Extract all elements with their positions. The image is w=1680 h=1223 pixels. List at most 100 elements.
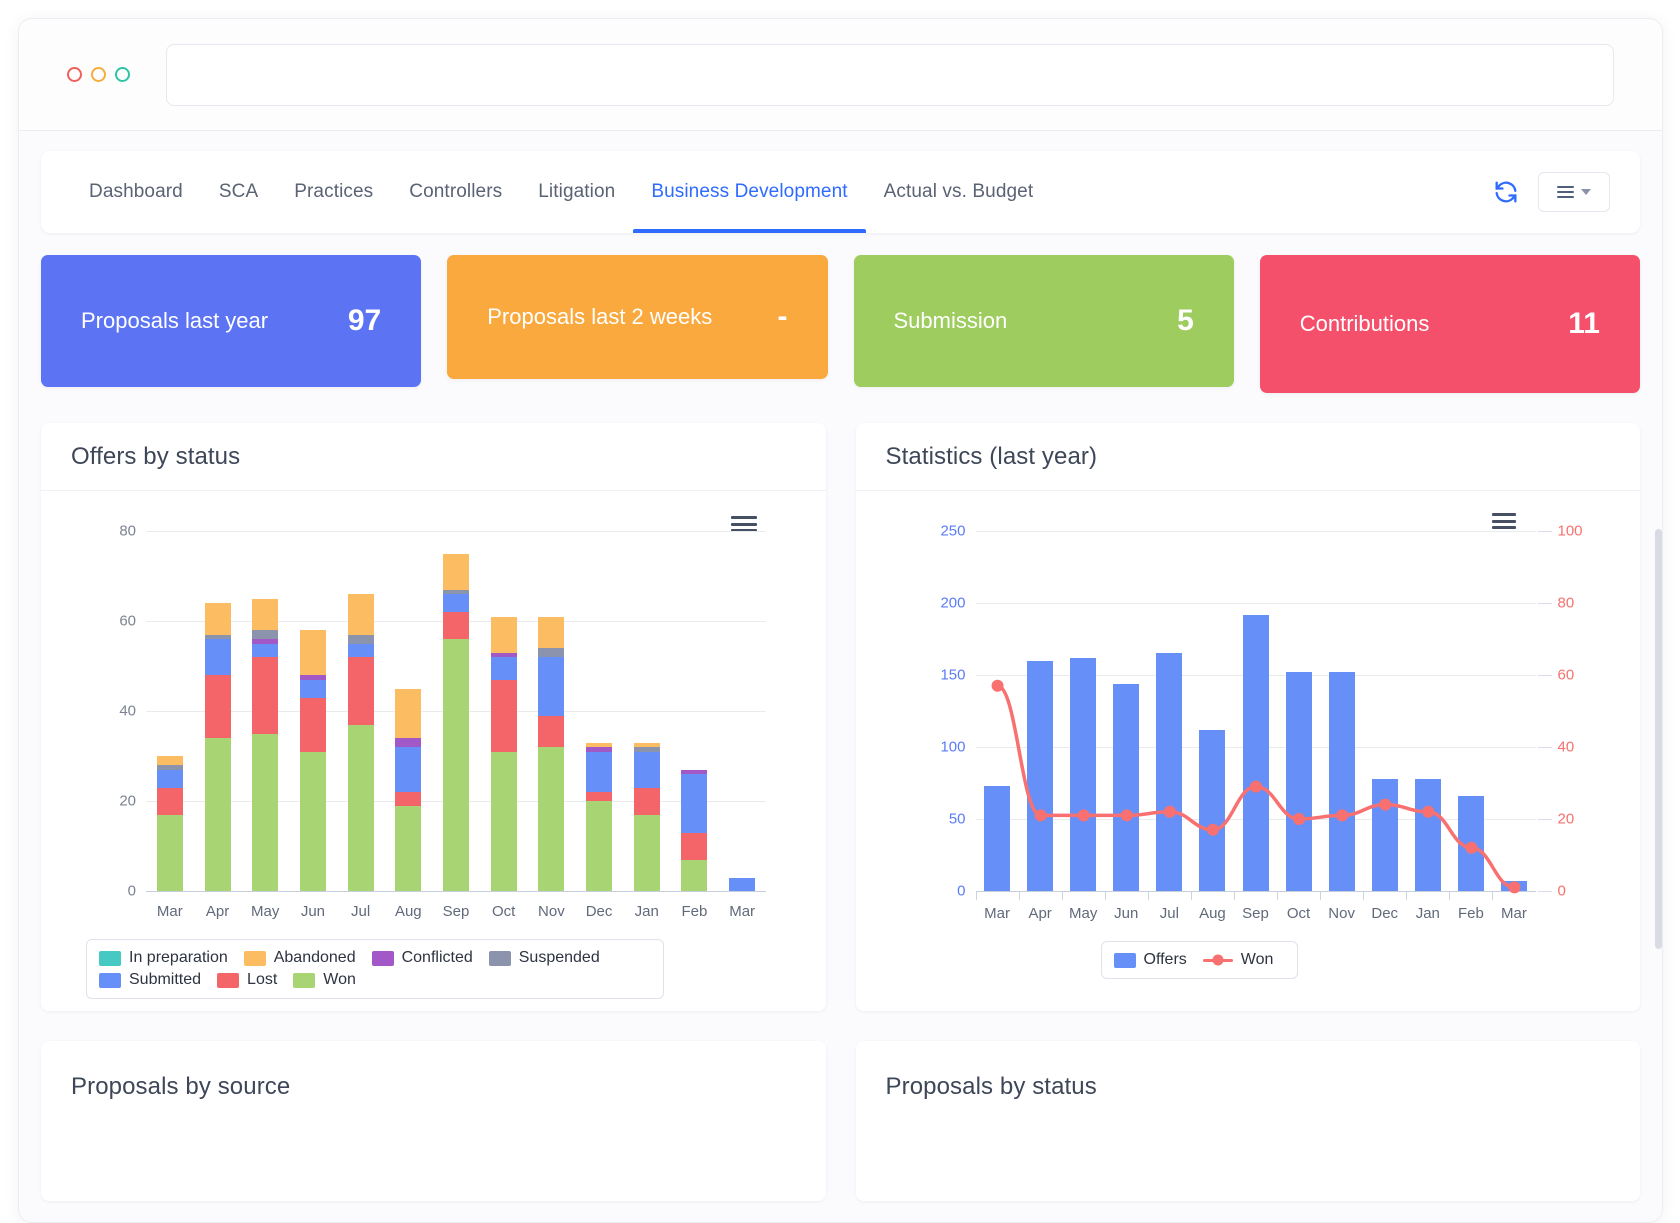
bar[interactable]	[1328, 672, 1355, 891]
bar-segment[interactable]	[252, 733, 279, 891]
tab-sca[interactable]: SCA	[201, 151, 276, 233]
bar-stack[interactable]	[490, 491, 517, 891]
bar-segment[interactable]	[633, 814, 660, 891]
bar-segment[interactable]	[347, 643, 374, 657]
maximize-icon[interactable]	[115, 67, 130, 82]
minimize-icon[interactable]	[91, 67, 106, 82]
bar-segment[interactable]	[156, 787, 183, 815]
bar-stack[interactable]	[633, 491, 660, 891]
bar-stack[interactable]	[443, 491, 469, 891]
bar-segment[interactable]	[252, 657, 279, 734]
bar-segment[interactable]	[252, 598, 279, 630]
bar-stack[interactable]	[156, 491, 183, 891]
bar-segment[interactable]	[252, 639, 279, 644]
bar[interactable]	[1027, 660, 1054, 891]
bar-segment[interactable]	[633, 751, 660, 788]
bar-stack[interactable]	[395, 491, 422, 891]
bar-segment[interactable]	[156, 756, 183, 765]
bar-segment[interactable]	[681, 832, 708, 860]
kpi-card-proposals-last-2-weeks[interactable]: Proposals last 2 weeks -	[447, 255, 828, 379]
bar-segment[interactable]	[299, 630, 326, 675]
bar-stack[interactable]	[299, 491, 326, 891]
bar-segment[interactable]	[586, 742, 613, 747]
tab-litigation[interactable]: Litigation	[520, 151, 633, 233]
bar-stack[interactable]	[681, 491, 708, 891]
bar[interactable]	[1070, 657, 1097, 891]
bar-segment[interactable]	[347, 594, 374, 635]
kpi-card-submission[interactable]: Submission 5	[853, 255, 1234, 387]
bar-segment[interactable]	[299, 751, 326, 891]
address-bar[interactable]	[166, 43, 1614, 106]
bar-segment[interactable]	[586, 792, 613, 801]
bar-segment[interactable]	[538, 715, 565, 747]
bar-segment[interactable]	[586, 747, 613, 752]
tab-practices[interactable]: Practices	[276, 151, 391, 233]
bar-segment[interactable]	[395, 747, 422, 792]
bar-segment[interactable]	[347, 657, 374, 725]
bar-segment[interactable]	[538, 648, 565, 657]
legend-item[interactable]: Won	[293, 971, 356, 989]
view-menu-button[interactable]	[1538, 172, 1610, 212]
bar-segment[interactable]	[252, 630, 279, 639]
bar-segment[interactable]	[490, 751, 517, 891]
bar[interactable]	[1199, 729, 1226, 891]
legend-item[interactable]: Won	[1202, 951, 1273, 969]
bar[interactable]	[1371, 778, 1398, 891]
bar-segment[interactable]	[681, 774, 708, 833]
bar-segment[interactable]	[299, 675, 326, 680]
bar-segment[interactable]	[204, 738, 231, 891]
kpi-card-contributions[interactable]: Contributions 11	[1259, 255, 1640, 393]
bar-segment[interactable]	[204, 603, 231, 635]
tab-business-development[interactable]: Business Development	[633, 151, 866, 233]
bar-segment[interactable]	[538, 747, 565, 891]
bar-stack[interactable]	[347, 491, 374, 891]
bar-segment[interactable]	[490, 652, 517, 657]
bar[interactable]	[1113, 683, 1140, 891]
bar-segment[interactable]	[681, 769, 708, 774]
bar-segment[interactable]	[443, 639, 469, 891]
bar-segment[interactable]	[729, 877, 756, 891]
bar-segment[interactable]	[299, 679, 326, 698]
bar-segment[interactable]	[395, 805, 422, 891]
bar-stack[interactable]	[586, 491, 613, 891]
refresh-icon[interactable]	[1492, 178, 1520, 206]
bar-segment[interactable]	[490, 616, 517, 653]
bar-segment[interactable]	[633, 787, 660, 815]
bar-stack[interactable]	[729, 491, 756, 891]
close-icon[interactable]	[67, 67, 82, 82]
bar-segment[interactable]	[252, 643, 279, 657]
bar[interactable]	[1285, 672, 1312, 891]
bar-segment[interactable]	[443, 589, 469, 594]
bar[interactable]	[1500, 880, 1527, 891]
legend-item[interactable]: In preparation	[99, 949, 228, 967]
bar-stack[interactable]	[252, 491, 279, 891]
bar-segment[interactable]	[395, 792, 422, 806]
bar-segment[interactable]	[681, 859, 708, 891]
bar-segment[interactable]	[156, 765, 183, 770]
bar-segment[interactable]	[443, 553, 469, 590]
bar-segment[interactable]	[633, 747, 660, 752]
bar-segment[interactable]	[586, 801, 613, 891]
page-scrollbar[interactable]	[1655, 249, 1662, 1149]
bar-segment[interactable]	[490, 679, 517, 752]
bar-segment[interactable]	[204, 634, 231, 639]
bar[interactable]	[984, 785, 1011, 891]
bar-segment[interactable]	[586, 751, 613, 792]
bar-segment[interactable]	[204, 639, 231, 675]
bar-segment[interactable]	[347, 724, 374, 891]
bar-stack[interactable]	[204, 491, 231, 891]
legend-item[interactable]: Abandoned	[243, 949, 356, 967]
legend-item[interactable]: Conflicted	[371, 949, 473, 967]
bar[interactable]	[1156, 653, 1183, 891]
scrollbar-thumb[interactable]	[1655, 529, 1662, 949]
bar-segment[interactable]	[204, 675, 231, 738]
tab-dashboard[interactable]: Dashboard	[71, 151, 201, 233]
bar-segment[interactable]	[538, 657, 565, 716]
legend-item[interactable]: Offers	[1113, 951, 1187, 969]
bar[interactable]	[1457, 795, 1484, 891]
legend-item[interactable]: Suspended	[488, 949, 600, 967]
bar-segment[interactable]	[156, 814, 183, 891]
legend-item[interactable]: Submitted	[99, 971, 201, 989]
bar-segment[interactable]	[490, 657, 517, 680]
bar-segment[interactable]	[443, 594, 469, 612]
